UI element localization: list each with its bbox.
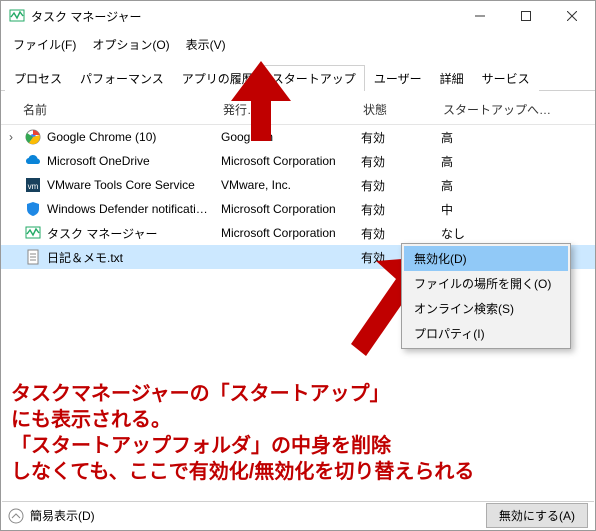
chrome-icon [25, 129, 41, 145]
tab-processes[interactable]: プロセス [5, 65, 71, 91]
table-row[interactable]: Windows Defender notificati… Microsoft Co… [1, 197, 595, 221]
table-row[interactable]: ›Google Chrome (10)Google In有効高 [1, 125, 595, 149]
annotation-line: 「スタートアップフォルダ」の中身を削除 [11, 433, 585, 459]
taskmgr-icon [25, 225, 41, 241]
cell-name: vm VMware Tools Core Service [21, 177, 221, 193]
onedrive-icon [25, 153, 41, 169]
vmware-icon: vm [25, 177, 41, 193]
column-expand [1, 101, 21, 118]
ctx-open-location[interactable]: ファイルの場所を開く(O) [404, 271, 568, 296]
cell-status: 有効 [361, 129, 441, 146]
cell-impact: 高 [441, 177, 581, 194]
minimize-button[interactable] [457, 1, 503, 31]
titlebar: タスク マネージャー [1, 1, 595, 31]
annotation-line: しなくても、ここで有効化/無効化を切り替えられる [11, 459, 585, 485]
annotation-arrow-top [231, 61, 291, 144]
tab-performance[interactable]: パフォーマンス [71, 65, 173, 91]
cell-status: 有効 [361, 225, 441, 242]
cell-name: Windows Defender notificati… [21, 201, 221, 217]
window-title: タスク マネージャー [31, 8, 457, 25]
cell-name: 日記＆メモ.txt [21, 249, 221, 266]
table-row[interactable]: タスク マネージャー Microsoft Corporation有効なし [1, 221, 595, 245]
tab-services[interactable]: サービス [473, 65, 539, 91]
tab-details[interactable]: 詳細 [431, 65, 473, 91]
fewer-details-button[interactable]: 簡易表示(D) [8, 507, 95, 524]
cell-impact: 高 [441, 153, 581, 170]
table-row[interactable]: vm VMware Tools Core Service VMware, Inc.有… [1, 173, 595, 197]
taskmgr-icon [9, 8, 25, 24]
menu-file[interactable]: ファイル(F) [5, 33, 84, 56]
cell-publisher: Microsoft Corporation [221, 202, 361, 216]
annotation-line: タスクマネージャーの「スタートアップ」 [11, 381, 585, 407]
menu-options[interactable]: オプション(O) [84, 33, 177, 56]
row-name-label: 日記＆メモ.txt [47, 249, 123, 266]
fewer-details-label: 簡易表示(D) [30, 507, 95, 524]
cell-publisher: Microsoft Corporation [221, 154, 361, 168]
svg-text:vm: vm [28, 182, 39, 191]
row-name-label: タスク マネージャー [47, 225, 158, 242]
disable-button[interactable]: 無効にする(A) [486, 503, 588, 528]
cell-status: 有効 [361, 153, 441, 170]
cell-impact: 高 [441, 129, 581, 146]
txt-icon [25, 249, 41, 265]
column-headers: 名前 発行… 状態 スタートアップへ… [1, 95, 595, 125]
ctx-online-search[interactable]: オンライン検索(S) [404, 296, 568, 321]
tab-bar: プロセス パフォーマンス アプリの履歴 スタートアップ ユーザー 詳細 サービス [1, 60, 595, 91]
column-status[interactable]: 状態 [361, 101, 441, 118]
menu-view[interactable]: 表示(V) [178, 33, 234, 56]
cell-status: 有効 [361, 177, 441, 194]
cell-publisher: Microsoft Corporation [221, 226, 361, 240]
menubar: ファイル(F) オプション(O) 表示(V) [1, 31, 595, 58]
cell-impact: なし [441, 225, 581, 242]
ctx-disable[interactable]: 無効化(D) [404, 246, 568, 271]
defender-icon [25, 201, 41, 217]
statusbar: 簡易表示(D) 無効にする(A) [2, 501, 594, 529]
column-impact[interactable]: スタートアップへ… [441, 101, 581, 118]
row-name-label: Microsoft OneDrive [47, 154, 150, 168]
cell-impact: 中 [441, 201, 581, 218]
context-menu: 無効化(D) ファイルの場所を開く(O) オンライン検索(S) プロパティ(I) [401, 243, 571, 349]
cell-status: 有効 [361, 201, 441, 218]
expand-glyph[interactable]: › [1, 130, 21, 144]
cell-name: Microsoft OneDrive [21, 153, 221, 169]
ctx-properties[interactable]: プロパティ(I) [404, 321, 568, 346]
row-name-label: VMware Tools Core Service [47, 178, 195, 192]
table-row[interactable]: Microsoft OneDrive Microsoft Corporation有… [1, 149, 595, 173]
close-button[interactable] [549, 1, 595, 31]
cell-name: タスク マネージャー [21, 225, 221, 242]
column-name[interactable]: 名前 [21, 101, 221, 118]
annotation-line: にも表示される。 [11, 407, 585, 433]
annotation-text: タスクマネージャーの「スタートアップ」 にも表示される。 「スタートアップフォル… [11, 381, 585, 485]
window-controls [457, 1, 595, 31]
chevron-up-circle-icon [8, 508, 24, 524]
tab-users[interactable]: ユーザー [365, 65, 431, 91]
maximize-button[interactable] [503, 1, 549, 31]
cell-publisher: VMware, Inc. [221, 178, 361, 192]
row-name-label: Google Chrome (10) [47, 130, 156, 144]
cell-name: Google Chrome (10) [21, 129, 221, 145]
row-name-label: Windows Defender notificati… [47, 202, 208, 216]
